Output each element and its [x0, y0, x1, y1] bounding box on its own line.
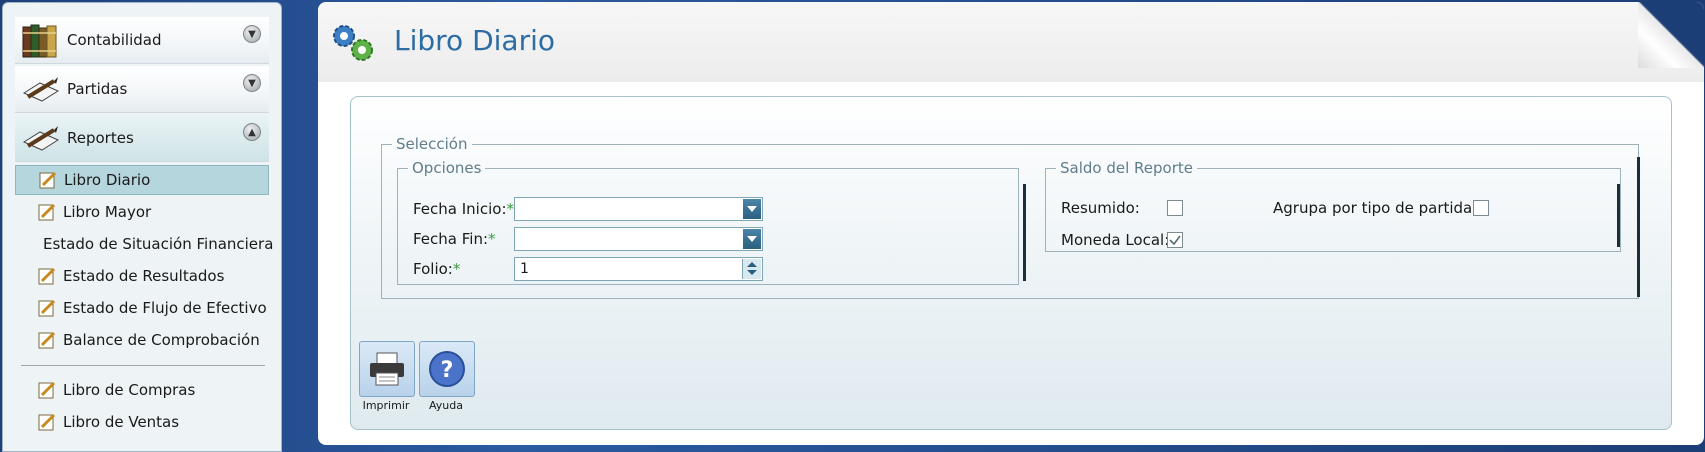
- edit-document-icon: [38, 331, 56, 349]
- pencil-paper-icon: [19, 118, 63, 158]
- printer-icon: [370, 352, 404, 386]
- checkmark-icon: [1169, 235, 1181, 246]
- resumido-checkbox[interactable]: [1167, 200, 1183, 216]
- content-area: Selección Opciones Fecha Inicio:* Fecha …: [350, 96, 1672, 430]
- scrollbar-divider: [1637, 157, 1640, 297]
- agrupa-checkbox[interactable]: [1473, 200, 1489, 216]
- spinner-arrows-icon[interactable]: [742, 259, 761, 279]
- dropdown-arrow-icon[interactable]: [743, 229, 761, 249]
- help-button[interactable]: ?: [419, 341, 475, 397]
- nav-header-reportes[interactable]: Reportes ▲: [15, 115, 269, 162]
- scrollbar-divider: [1023, 184, 1026, 281]
- nav-divider: [21, 365, 265, 366]
- nav-header-label: Reportes: [67, 129, 134, 147]
- books-icon: [19, 20, 63, 60]
- fecha-inicio-input[interactable]: [514, 197, 763, 221]
- edit-document-icon: [39, 171, 57, 189]
- expand-icon[interactable]: ▼: [243, 25, 261, 43]
- nav-item-label: Balance de Comprobación: [63, 331, 260, 349]
- page-title: Libro Diario: [394, 24, 555, 57]
- help-button-label: Ayuda: [429, 399, 463, 412]
- agrupa-label: Agrupa por tipo de partida?:: [1273, 199, 1486, 217]
- dropdown-arrow-icon[interactable]: [743, 199, 761, 219]
- fecha-fin-label: Fecha Fin:*: [413, 230, 496, 248]
- title-bar: Libro Diario: [318, 2, 1704, 82]
- nav-item-estado-situacion[interactable]: Estado de Situación Financiera: [15, 229, 273, 259]
- nav-item-libro-mayor[interactable]: Libro Mayor: [15, 197, 269, 227]
- print-button-label: Imprimir: [362, 399, 410, 412]
- svg-text:?: ?: [441, 358, 454, 383]
- pencil-paper-icon: [19, 69, 63, 109]
- scrollbar-divider: [1617, 184, 1620, 247]
- edit-document-icon: [38, 267, 56, 285]
- moneda-local-checkbox[interactable]: [1167, 232, 1183, 248]
- nav-item-label: Estado de Resultados: [63, 267, 225, 285]
- nav-item-balance-comprobacion[interactable]: Balance de Comprobación: [15, 325, 269, 355]
- nav-item-label: Libro de Ventas: [63, 413, 180, 431]
- fecha-fin-input[interactable]: [514, 227, 763, 251]
- page-curl-corner: [1638, 2, 1704, 68]
- folio-value: 1: [520, 261, 529, 277]
- moneda-local-label: Moneda Local:: [1061, 231, 1170, 249]
- edit-document-icon: [38, 413, 56, 431]
- fecha-inicio-label: Fecha Inicio:*: [413, 200, 514, 218]
- main-panel: Libro Diario Selección Opciones Fecha In…: [318, 2, 1704, 445]
- folio-label: Folio:*: [413, 260, 461, 278]
- nav-item-libro-ventas[interactable]: Libro de Ventas: [15, 407, 269, 437]
- nav-item-label: Estado de Flujo de Efectivo: [63, 299, 267, 317]
- edit-document-icon: [38, 203, 56, 221]
- print-button[interactable]: [359, 341, 415, 397]
- nav-header-contabilidad[interactable]: Contabilidad ▼: [15, 17, 269, 64]
- expand-icon[interactable]: ▼: [243, 74, 261, 92]
- nav-header-partidas[interactable]: Partidas ▼: [15, 66, 269, 113]
- nav-item-flujo-efectivo[interactable]: Estado de Flujo de Efectivo: [15, 293, 269, 323]
- seleccion-legend: Selección: [396, 135, 468, 153]
- edit-document-icon: [38, 381, 56, 399]
- gears-icon: [328, 22, 376, 64]
- resumido-label: Resumido:: [1061, 199, 1140, 217]
- nav-header-label: Contabilidad: [67, 31, 162, 49]
- nav-item-label: Libro Diario: [64, 171, 151, 189]
- nav-item-libro-diario[interactable]: Libro Diario: [15, 165, 269, 195]
- folio-stepper[interactable]: 1: [514, 257, 763, 281]
- nav-item-label: Libro de Compras: [63, 381, 196, 399]
- nav-item-label: Estado de Situación Financiera: [43, 235, 274, 253]
- nav-item-label: Libro Mayor: [63, 203, 152, 221]
- help-icon: ?: [429, 351, 465, 387]
- nav-header-label: Partidas: [67, 80, 128, 98]
- saldo-legend: Saldo del Reporte: [1060, 159, 1193, 177]
- navigation-panel: Contabilidad ▼ Partidas ▼ Reportes ▲ Lib…: [2, 2, 282, 452]
- edit-document-icon: [38, 299, 56, 317]
- nav-item-libro-compras[interactable]: Libro de Compras: [15, 375, 269, 405]
- opciones-legend: Opciones: [412, 159, 482, 177]
- nav-item-estado-resultados[interactable]: Estado de Resultados: [15, 261, 269, 291]
- collapse-icon[interactable]: ▲: [243, 123, 261, 141]
